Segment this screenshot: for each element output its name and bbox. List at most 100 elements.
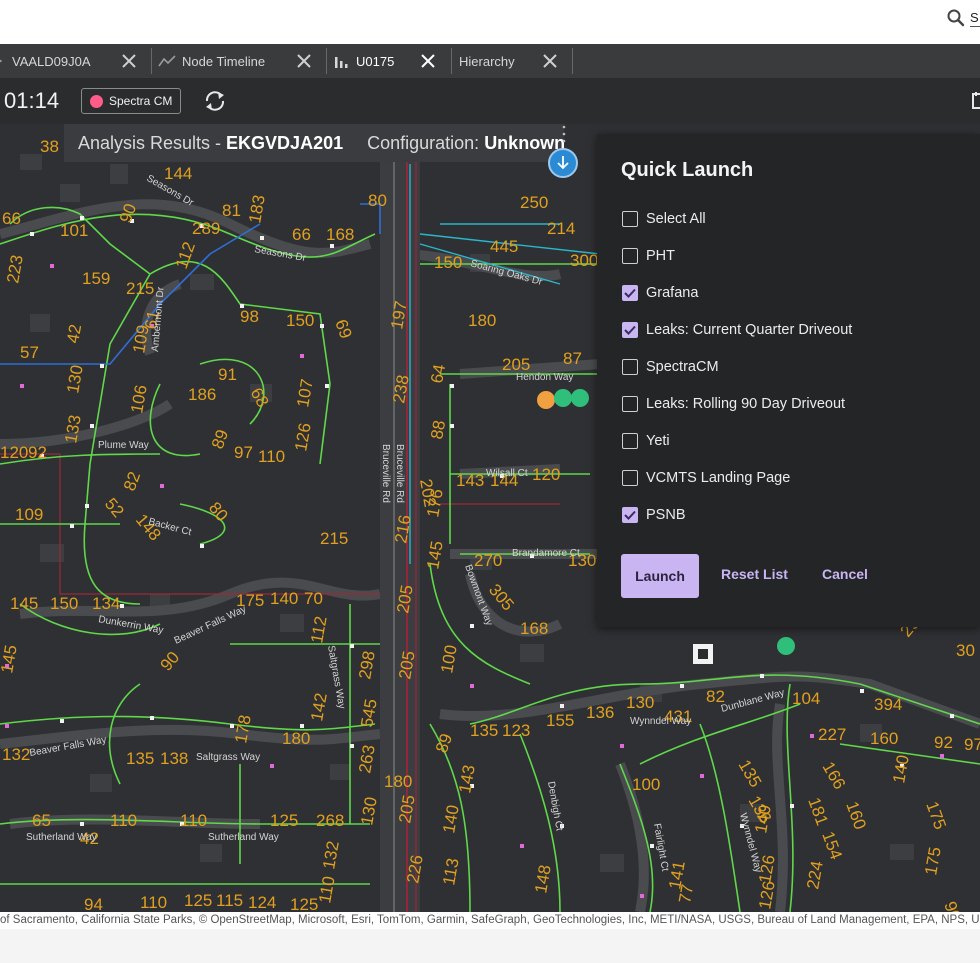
search-input[interactable]: S xyxy=(970,10,980,27)
checkbox-icon[interactable] xyxy=(622,470,638,486)
close-icon[interactable] xyxy=(295,52,313,70)
quick-launch-option[interactable]: PHT xyxy=(622,246,675,266)
svg-text:97: 97 xyxy=(964,735,980,754)
svg-text:289: 289 xyxy=(192,219,220,238)
option-label: PHT xyxy=(646,248,675,264)
svg-text:168: 168 xyxy=(326,225,354,244)
svg-text:224: 224 xyxy=(803,859,827,890)
tab-vaald09j0a[interactable]: VAALD09J0A xyxy=(0,44,150,78)
more-vertical-icon[interactable] xyxy=(562,124,566,144)
svg-text:268: 268 xyxy=(316,811,344,830)
svg-text:125: 125 xyxy=(290,895,318,912)
svg-text:110: 110 xyxy=(180,811,207,830)
svg-text:300: 300 xyxy=(570,251,598,270)
svg-text:143: 143 xyxy=(455,763,479,794)
quick-launch-option[interactable]: PSNB xyxy=(622,505,686,525)
svg-text:445: 445 xyxy=(490,237,518,256)
svg-text:142: 142 xyxy=(307,691,331,722)
reset-list-button[interactable]: Reset List xyxy=(721,566,788,582)
checkbox-icon[interactable] xyxy=(622,248,638,264)
option-label: PSNB xyxy=(646,507,686,523)
svg-text:65: 65 xyxy=(32,811,51,830)
quick-launch-option[interactable]: Leaks: Current Quarter Driveout xyxy=(622,320,852,340)
launch-button[interactable]: Launch xyxy=(621,554,699,598)
svg-text:181: 181 xyxy=(804,795,832,828)
tab-u0175[interactable]: U0175 xyxy=(334,44,450,78)
spectra-cm-chip[interactable]: Spectra CM xyxy=(81,88,181,114)
svg-text:150: 150 xyxy=(434,253,462,272)
svg-text:106: 106 xyxy=(127,383,151,414)
map-attribution: of Sacramento, California State Parks, ©… xyxy=(0,912,980,929)
svg-text:215: 215 xyxy=(126,279,154,298)
tab-node-timeline[interactable]: Node Timeline xyxy=(158,44,326,78)
option-label: Grafana xyxy=(646,285,699,301)
svg-text:100: 100 xyxy=(437,643,461,674)
svg-text:104: 104 xyxy=(792,689,820,708)
cancel-button[interactable]: Cancel xyxy=(822,566,868,582)
checkbox-icon[interactable] xyxy=(622,211,638,227)
svg-text:125: 125 xyxy=(184,891,212,910)
svg-text:97: 97 xyxy=(234,443,253,462)
quick-launch-option[interactable]: Leaks: Rolling 90 Day Driveout xyxy=(622,394,845,414)
svg-text:130: 130 xyxy=(626,693,654,712)
svg-text:126: 126 xyxy=(755,879,779,910)
svg-text:42: 42 xyxy=(63,323,85,345)
svg-text:110: 110 xyxy=(258,447,285,466)
svg-text:89: 89 xyxy=(208,427,232,451)
download-button[interactable] xyxy=(548,148,578,178)
tab-label: Hierarchy xyxy=(459,53,515,69)
svg-text:112: 112 xyxy=(172,239,199,271)
refresh-icon[interactable] xyxy=(203,90,227,112)
top-bar xyxy=(0,0,980,44)
close-icon[interactable] xyxy=(120,52,138,70)
option-label: Yeti xyxy=(646,433,670,449)
svg-text:38: 38 xyxy=(40,137,59,156)
svg-text:126: 126 xyxy=(291,421,315,452)
svg-text:140: 140 xyxy=(439,803,463,834)
checkbox-icon[interactable] xyxy=(622,396,638,412)
svg-text:123: 123 xyxy=(502,721,530,740)
status-dot-icon xyxy=(90,94,103,108)
checkbox-checked-icon[interactable] xyxy=(622,507,638,523)
svg-text:66: 66 xyxy=(292,225,311,244)
svg-text:64: 64 xyxy=(427,363,449,385)
calendar-icon[interactable] xyxy=(970,90,980,110)
svg-text:30: 30 xyxy=(956,641,975,660)
checkbox-icon[interactable] xyxy=(622,433,638,449)
tab-hierarchy[interactable]: Hierarchy xyxy=(459,44,571,78)
svg-text:Bruceville Rd: Bruceville Rd xyxy=(394,444,405,503)
svg-text:159: 159 xyxy=(82,269,110,288)
svg-text:183: 183 xyxy=(245,193,269,224)
checkbox-checked-icon[interactable] xyxy=(622,322,638,338)
quick-launch-option[interactable]: SpectraCM xyxy=(622,357,719,377)
svg-text:298: 298 xyxy=(355,649,379,680)
search-icon[interactable] xyxy=(946,8,966,28)
svg-text:112: 112 xyxy=(307,615,330,645)
svg-text:136: 136 xyxy=(586,703,614,722)
analysis-title: Analysis Results - EKGVDJA201 xyxy=(78,132,344,153)
quick-launch-option[interactable]: Select All xyxy=(622,209,706,229)
quick-launch-option[interactable]: Yeti xyxy=(622,431,670,451)
svg-text:148: 148 xyxy=(531,863,555,894)
svg-text:132: 132 xyxy=(2,745,30,764)
svg-text:91: 91 xyxy=(218,365,237,384)
svg-text:115: 115 xyxy=(216,891,243,910)
svg-text:130: 130 xyxy=(63,363,87,394)
close-icon[interactable] xyxy=(419,52,437,70)
svg-text:81: 81 xyxy=(222,201,241,220)
svg-text:176: 176 xyxy=(423,487,447,518)
svg-text:226: 226 xyxy=(403,853,427,884)
quick-launch-option[interactable]: Grafana xyxy=(622,283,698,303)
checkbox-icon[interactable] xyxy=(622,359,638,375)
chip-label: Spectra CM xyxy=(109,94,173,108)
tab-bar: VAALD09J0A Node Timeline U0175 Hierarchy xyxy=(0,44,980,78)
svg-text:180: 180 xyxy=(384,772,412,791)
option-label: SpectraCM xyxy=(646,359,719,375)
svg-text:145: 145 xyxy=(0,643,21,674)
configuration-label: Configuration: Unknown xyxy=(367,132,566,153)
checkbox-checked-icon[interactable] xyxy=(622,285,638,301)
svg-text:Saltgrass Way: Saltgrass Way xyxy=(196,752,260,763)
close-icon[interactable] xyxy=(541,52,559,70)
quick-launch-option[interactable]: VCMTS Landing Page xyxy=(622,468,790,488)
svg-text:135: 135 xyxy=(735,757,766,791)
